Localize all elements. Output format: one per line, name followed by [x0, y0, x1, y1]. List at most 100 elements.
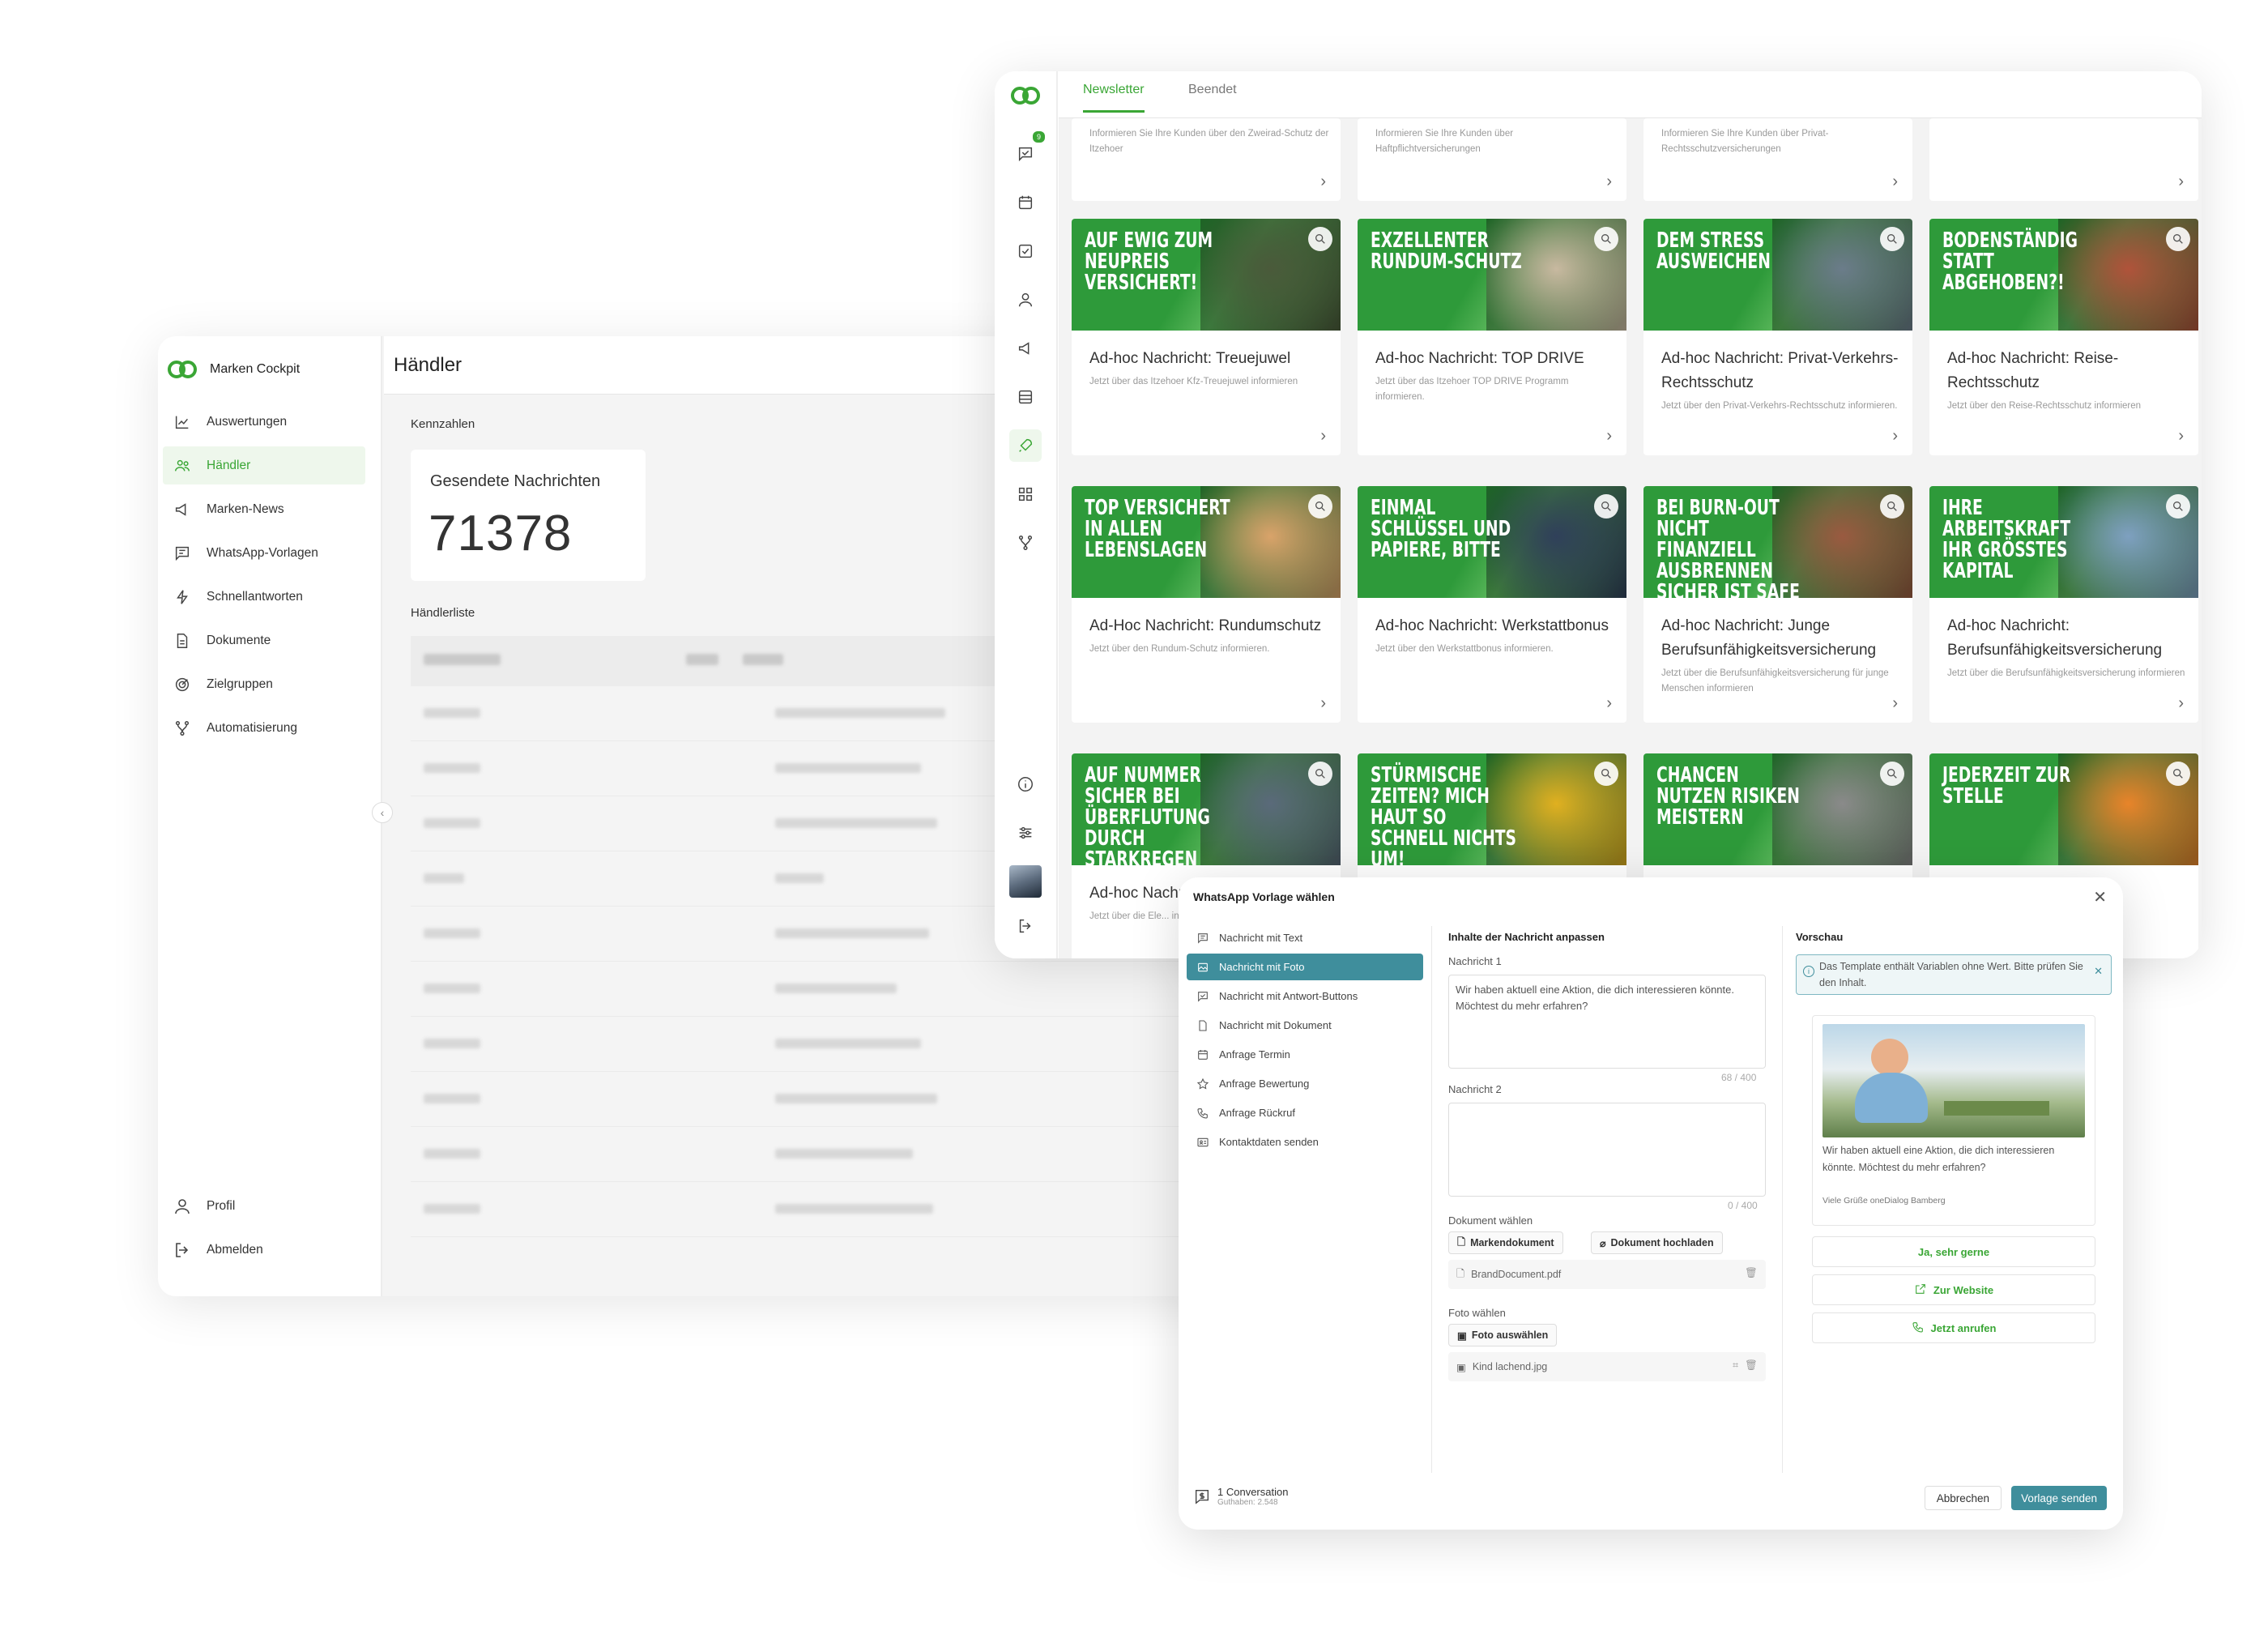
nav-item-zielgruppen[interactable]: Zielgruppen: [163, 665, 365, 703]
brand[interactable]: Marken Cockpit: [168, 361, 300, 378]
file-icon: [1195, 1018, 1211, 1033]
modal-title: WhatsApp Vorlage wählen: [1193, 890, 1335, 903]
newsletter-card[interactable]: Einmal Schlüssel und Papiere, bitte Ad-ho…: [1358, 486, 1626, 723]
user-icon: [173, 1197, 192, 1216]
table-row[interactable]: [411, 962, 1292, 1017]
zoom-icon[interactable]: [1308, 494, 1332, 519]
msg1-textarea[interactable]: Wir haben aktuell eine Aktion, die dich …: [1448, 975, 1766, 1069]
newsletter-card[interactable]: Informieren Sie Ihre Kunden über den Zwe…: [1072, 118, 1341, 201]
card-headline: Dem Stress ausweichen: [1656, 228, 1771, 274]
image-icon: ▣: [1457, 1329, 1467, 1342]
nav-item-schnellantworten[interactable]: Schnellantworten: [163, 578, 365, 616]
table-row[interactable]: [411, 1017, 1292, 1072]
zoom-icon[interactable]: [2166, 227, 2190, 251]
kpi-card: Gesendete Nachrichten 71378: [411, 450, 646, 581]
newsletter-card[interactable]: Ihre Arbeitskraft Ihr größtes Kapital Ad-…: [1929, 486, 2198, 723]
zoom-icon[interactable]: [1880, 494, 1904, 519]
close-icon[interactable]: ✕: [2093, 887, 2107, 907]
contact-icon[interactable]: [1009, 284, 1042, 316]
newsletter-card[interactable]: Bei Burn-out nicht finanziell ausbrennen…: [1643, 486, 1912, 723]
cockpit-nav: Auswertungen Händler Marken-News WhatsApp-V…: [163, 403, 365, 753]
chevron-right-icon: ›: [1892, 694, 1898, 712]
template-type-list: Nachricht mit Text Nachricht mit Foto Nach…: [1187, 924, 1423, 1158]
nav-item-abmelden[interactable]: Abmelden: [163, 1231, 365, 1269]
zoom-icon[interactable]: [1308, 762, 1332, 786]
database-icon[interactable]: [1009, 381, 1042, 413]
quick-reply-button[interactable]: Zur Website: [1812, 1274, 2095, 1305]
nav-item-profil[interactable]: Profil: [163, 1187, 365, 1225]
megaphone-icon[interactable]: [1009, 332, 1042, 365]
trash-icon[interactable]: 🗑: [1745, 1359, 1758, 1372]
document-icon: [173, 631, 192, 651]
settings-sliders-icon[interactable]: [1009, 817, 1042, 849]
template-type-nachricht-mit-foto[interactable]: Nachricht mit Foto: [1187, 954, 1423, 980]
zoom-icon[interactable]: [1594, 762, 1618, 786]
nav-item-whatsapp-vorlagen[interactable]: WhatsApp-Vorlagen: [163, 534, 365, 572]
newsletter-card[interactable]: Dem Stress ausweichen Ad-hoc Nachricht: P…: [1643, 219, 1912, 455]
send-template-button[interactable]: Vorlage senden: [2011, 1486, 2107, 1510]
close-icon[interactable]: ✕: [2094, 963, 2103, 979]
select-photo-button[interactable]: ▣ Foto auswählen: [1448, 1324, 1558, 1346]
zoom-icon[interactable]: [2166, 494, 2190, 519]
table-row[interactable]: [411, 1127, 1292, 1182]
template-type-nachricht-mit-antwort-buttons[interactable]: Nachricht mit Antwort-Buttons: [1187, 983, 1423, 1009]
branch-icon[interactable]: [1009, 527, 1042, 559]
nav-item-auswertungen[interactable]: Auswertungen: [163, 403, 365, 441]
table-row[interactable]: [411, 1072, 1292, 1127]
table-row[interactable]: [411, 1182, 1292, 1237]
nav-item-h-ndler[interactable]: Händler: [163, 446, 365, 484]
template-type-nachricht-mit-dokument[interactable]: Nachricht mit Dokument: [1187, 1012, 1423, 1039]
zoom-icon[interactable]: [1880, 227, 1904, 251]
photo-label: Foto wählen: [1448, 1307, 1506, 1319]
zoom-icon[interactable]: [1880, 762, 1904, 786]
calendar-icon[interactable]: [1009, 186, 1042, 219]
template-type-kontaktdaten-senden[interactable]: Kontaktdaten senden: [1187, 1129, 1423, 1155]
trash-icon[interactable]: 🗑: [1745, 1267, 1758, 1279]
chat-icon[interactable]: 9: [1009, 131, 1045, 170]
zoom-icon[interactable]: [1308, 227, 1332, 251]
newsletter-card[interactable]: Top versichert in allen Lebenslagen Ad-Ho…: [1072, 486, 1341, 723]
avatar[interactable]: [1009, 865, 1042, 898]
zoom-icon[interactable]: [1594, 494, 1618, 519]
brand-document-button[interactable]: 🗋 Markendokument: [1448, 1231, 1563, 1254]
newsletter-card[interactable]: Informieren Sie Ihre Kunden über Privat-…: [1643, 118, 1912, 201]
newsletter-card[interactable]: ›: [1929, 118, 2198, 201]
nav-item-marken-news[interactable]: Marken-News: [163, 490, 365, 528]
target-icon: [173, 675, 192, 694]
newsletter-card[interactable]: Auf ewig zum Neupreis versichert! Ad-hoc …: [1072, 219, 1341, 455]
rocket-icon[interactable]: [1009, 429, 1042, 462]
quick-reply-button[interactable]: Jetzt anrufen: [1812, 1312, 2095, 1343]
crop-icon[interactable]: ⌗: [1733, 1359, 1738, 1372]
zoom-icon[interactable]: [1594, 227, 1618, 251]
card-description: Jetzt über den Werkstattbonus informiere…: [1375, 644, 1554, 654]
template-type-nachricht-mit-text[interactable]: Nachricht mit Text: [1187, 924, 1423, 951]
zoom-icon[interactable]: [2166, 762, 2190, 786]
msg2-textarea[interactable]: [1448, 1103, 1766, 1197]
contact-card-icon: [1195, 1135, 1211, 1150]
tab-beendet[interactable]: Beendet: [1188, 83, 1237, 110]
quick-reply-button[interactable]: Ja, sehr gerne: [1812, 1236, 2095, 1267]
cancel-button[interactable]: Abbrechen: [1924, 1486, 2002, 1510]
phone-icon: [1195, 1106, 1211, 1120]
tab-newsletter[interactable]: Newsletter: [1083, 83, 1145, 113]
newsletter-card[interactable]: Exzellenter Rundum-Schutz Ad-hoc Nachrich…: [1358, 219, 1626, 455]
newsletter-card[interactable]: Informieren Sie Ihre Kunden über Haftpfl…: [1358, 118, 1626, 201]
card-description: Jetzt über die Berufsunfähigkeitsversich…: [1947, 668, 2185, 678]
app-logo-icon[interactable]: [1009, 79, 1042, 112]
logout-icon[interactable]: [1009, 910, 1042, 942]
page-title: Händler: [394, 354, 463, 376]
checkbox-icon[interactable]: [1009, 235, 1042, 267]
icon-sidebar: 9: [995, 71, 1058, 958]
grid-icon[interactable]: [1009, 478, 1042, 510]
upload-document-button[interactable]: ⌀ Dokument hochladen: [1591, 1231, 1723, 1254]
info-icon[interactable]: [1009, 768, 1042, 800]
template-type-anfrage-bewertung[interactable]: Anfrage Bewertung: [1187, 1070, 1423, 1097]
collapse-sidebar-button[interactable]: ‹: [372, 802, 393, 823]
nav-item-automatisierung[interactable]: Automatisierung: [163, 709, 365, 747]
newsletter-card[interactable]: Bodenständig statt abgehoben?! Ad-hoc Nac…: [1929, 219, 2198, 455]
document-filename: BrandDocument.pdf: [1471, 1269, 1562, 1280]
template-type-anfrage-termin[interactable]: Anfrage Termin: [1187, 1041, 1423, 1068]
nav-item-dokumente[interactable]: Dokumente: [163, 621, 365, 659]
template-type-anfrage-r-ckruf[interactable]: Anfrage Rückruf: [1187, 1099, 1423, 1126]
card-image: Exzellenter Rundum-Schutz: [1358, 219, 1626, 331]
